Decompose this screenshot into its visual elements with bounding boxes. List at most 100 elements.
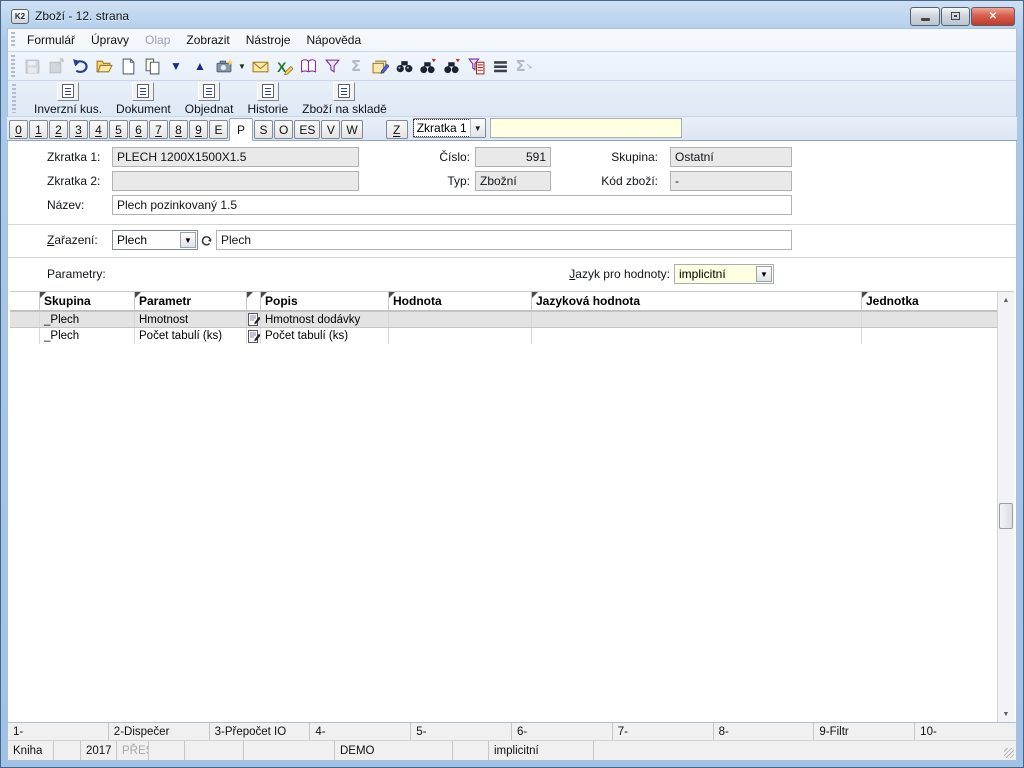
scroll-down-icon[interactable]: ▼ xyxy=(998,706,1014,722)
copy-icon[interactable] xyxy=(141,55,163,77)
actionbar-grip[interactable] xyxy=(12,84,16,113)
book-icon[interactable] xyxy=(297,55,319,77)
find-next-icon[interactable] xyxy=(417,55,439,77)
menu-upravy[interactable]: Úpravy xyxy=(83,30,137,50)
zbozi-na-sklade-button[interactable]: Zboží na skladě xyxy=(302,82,387,116)
edit-note-icon[interactable] xyxy=(247,328,261,344)
fkey-6[interactable]: 6- xyxy=(512,723,613,740)
export-excel-icon[interactable]: X xyxy=(273,55,295,77)
filter-document-icon[interactable] xyxy=(465,55,487,77)
tab-0[interactable]: 0 xyxy=(9,120,28,139)
move-down-icon[interactable]: ▼ xyxy=(165,55,187,77)
tab-2[interactable]: 2 xyxy=(49,120,68,139)
cell-parametr[interactable]: Počet tabulí (ks) xyxy=(135,328,247,344)
scrollbar-thumb[interactable] xyxy=(999,503,1013,529)
kod-zbozi-field[interactable]: - xyxy=(670,171,792,191)
tab-8[interactable]: 8 xyxy=(169,120,188,139)
chevron-down-icon[interactable]: ▼ xyxy=(470,119,485,137)
scrollbar-track[interactable] xyxy=(998,308,1014,706)
fkey-5[interactable]: 5- xyxy=(411,723,512,740)
fkey-9[interactable]: 9-Filtr xyxy=(814,723,915,740)
open-icon[interactable] xyxy=(93,55,115,77)
menu-zobrazit[interactable]: Zobrazit xyxy=(178,30,237,50)
cell-parametr[interactable]: Hmotnost xyxy=(135,312,247,327)
fkey-2[interactable]: 2-Dispečer xyxy=(109,723,210,740)
find-icon[interactable] xyxy=(393,55,415,77)
jazyk-pro-hodnoty-combo[interactable]: implicitní ▼ xyxy=(674,264,774,284)
menu-formular[interactable]: Formulář xyxy=(19,30,83,50)
tab-o[interactable]: O xyxy=(274,120,293,139)
chevron-down-icon[interactable]: ▼ xyxy=(180,232,196,248)
tab-7[interactable]: 7 xyxy=(149,120,168,139)
cell-skupina[interactable]: _Plech xyxy=(40,328,135,344)
send-mail-icon[interactable] xyxy=(249,55,271,77)
cell-popis[interactable]: Hmotnost dodávky xyxy=(261,312,389,327)
find-previous-icon[interactable] xyxy=(441,55,463,77)
fkey-8[interactable]: 8- xyxy=(714,723,815,740)
cell-skupina[interactable]: _Plech xyxy=(40,312,135,327)
tab-s[interactable]: S xyxy=(254,120,273,139)
toolbar-grip[interactable] xyxy=(11,55,15,77)
header-hodnota[interactable]: Hodnota xyxy=(389,292,532,310)
quick-search-input[interactable] xyxy=(490,118,682,138)
tab-p-active[interactable]: P xyxy=(229,118,253,141)
close-button[interactable]: ✕ xyxy=(971,7,1015,26)
zarazeni-path-field[interactable]: Plech xyxy=(216,230,792,250)
header-parametr[interactable]: Parametr xyxy=(135,292,247,310)
cell-jednotka[interactable] xyxy=(862,312,997,327)
tab-e[interactable]: E xyxy=(209,120,228,139)
table-row[interactable]: _Plech Počet tabulí (ks) Počet tabulí (k… xyxy=(10,328,997,344)
tab-4[interactable]: 4 xyxy=(89,120,108,139)
edit-document-icon[interactable] xyxy=(369,55,391,77)
nazev-field[interactable]: Plech pozinkovaný 1.5 xyxy=(112,195,792,215)
search-field-selector[interactable]: Zkratka 1 ▼ xyxy=(413,118,486,138)
objednat-button[interactable]: Objednat xyxy=(185,82,234,116)
menu-napoveda[interactable]: Nápověda xyxy=(298,30,369,50)
table-row[interactable]: _Plech Hmotnost Hmotnost dodávky xyxy=(10,311,997,328)
header-jazykova-hodnota[interactable]: Jazyková hodnota xyxy=(532,292,862,310)
header-jednotka[interactable]: Jednotka xyxy=(862,292,997,310)
zarazeni-combo[interactable]: Plech ▼ xyxy=(112,230,198,250)
cislo-field[interactable]: 591 xyxy=(475,147,551,167)
cell-jazykova[interactable] xyxy=(532,328,862,344)
zkratka2-field[interactable] xyxy=(112,171,359,191)
move-up-icon[interactable]: ▲ xyxy=(189,55,211,77)
edit-note-icon[interactable] xyxy=(247,312,261,327)
row-selector-cell[interactable] xyxy=(10,312,40,327)
new-document-icon[interactable] xyxy=(117,55,139,77)
fkey-10[interactable]: 10- xyxy=(915,723,1016,740)
tab-6[interactable]: 6 xyxy=(129,120,148,139)
menu-nastroje[interactable]: Nástroje xyxy=(238,30,299,50)
dokument-button[interactable]: Dokument xyxy=(116,82,171,116)
tab-w[interactable]: W xyxy=(341,120,362,139)
filter-icon[interactable] xyxy=(321,55,343,77)
list-menu-icon[interactable] xyxy=(489,55,511,77)
cell-jazykova[interactable] xyxy=(532,312,862,327)
resize-grip[interactable] xyxy=(1004,748,1014,758)
row-selector-cell[interactable] xyxy=(10,328,40,344)
typ-field[interactable]: Zbožní xyxy=(475,171,551,191)
tab-5[interactable]: 5 xyxy=(109,120,128,139)
history-rotate-icon[interactable] xyxy=(200,232,214,248)
tab-es[interactable]: ES xyxy=(294,120,320,139)
fkey-3[interactable]: 3-Přepočet IO xyxy=(210,723,311,740)
fkey-1[interactable]: 1- xyxy=(8,723,109,740)
fkey-7[interactable]: 7- xyxy=(613,723,714,740)
maximize-button[interactable] xyxy=(941,7,970,26)
scroll-up-icon[interactable]: ▲ xyxy=(998,292,1014,308)
cell-hodnota[interactable] xyxy=(389,328,532,344)
historie-button[interactable]: Historie xyxy=(247,82,288,116)
skupina-field[interactable]: Ostatní xyxy=(670,147,792,167)
undo-icon[interactable] xyxy=(69,55,91,77)
snapshot-dropdown-icon[interactable]: ▼ xyxy=(237,55,247,77)
vertical-scrollbar[interactable]: ▲ ▼ xyxy=(997,292,1014,722)
menubar-grip[interactable] xyxy=(11,32,15,48)
tab-9[interactable]: 9 xyxy=(189,120,208,139)
snapshot-icon[interactable] xyxy=(213,55,235,77)
header-popis[interactable]: Popis xyxy=(261,292,389,310)
inverzni-kus-button[interactable]: Inverzní kus. xyxy=(34,82,102,116)
tab-3[interactable]: 3 xyxy=(69,120,88,139)
cell-popis[interactable]: Počet tabulí (ks) xyxy=(261,328,389,344)
minimize-button[interactable] xyxy=(910,7,940,26)
cell-hodnota[interactable] xyxy=(389,312,532,327)
